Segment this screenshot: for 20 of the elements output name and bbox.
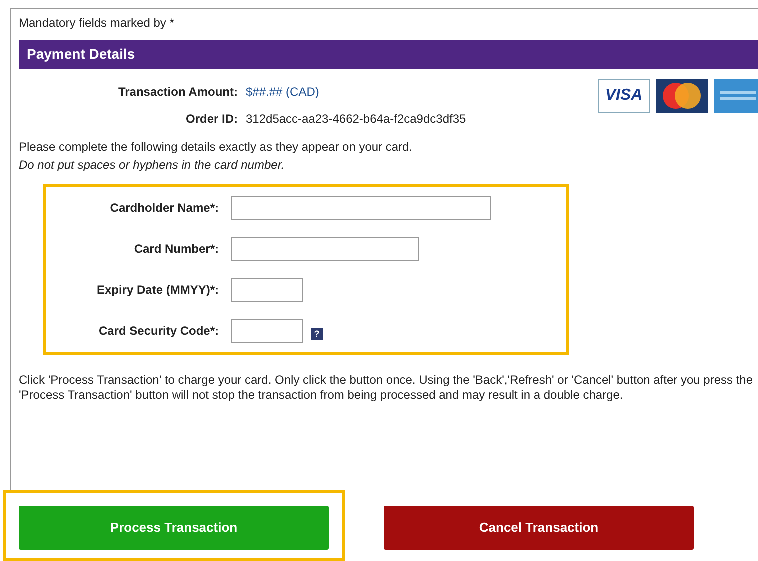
field-label: Card Number*: xyxy=(133,241,220,258)
input-field[interactable] xyxy=(231,237,419,261)
input-field[interactable] xyxy=(231,278,303,302)
warning-text: Click 'Process Transaction' to charge your card. Only click the button once. Using the 'Back','Refresh' or 'Cancel' button after you press the 'Process Transaction' button will not stop the transaction from being processed and may result in a double charge. xyxy=(19,373,754,403)
summary-value: 312d5acc-aa23-4662-b64a-f2ca9dc3df35 xyxy=(246,111,466,128)
summary-value: $##.## (CAD) xyxy=(246,84,320,101)
visa-logo: VISA xyxy=(598,79,650,113)
instructions-note: Do not put spaces or hyphens in the card number. xyxy=(19,157,286,174)
summary-label: Order ID: xyxy=(184,111,239,128)
field-label: Cardholder Name*: xyxy=(109,200,220,217)
field-label: Card Security Code*: xyxy=(98,323,220,340)
section-header: Payment Details xyxy=(19,40,758,69)
instructions-text: Please complete the following details exactly as they appear on your card. xyxy=(19,139,414,156)
summary-label: Transaction Amount: xyxy=(117,84,239,101)
input-field[interactable] xyxy=(231,319,303,343)
help-icon[interactable]: ? xyxy=(311,328,323,340)
input-field[interactable] xyxy=(231,196,491,220)
action-button[interactable]: Cancel Transaction xyxy=(384,506,694,550)
mandatory-note: Mandatory fields marked by * xyxy=(19,15,176,32)
field-label: Expiry Date (MMYY)*: xyxy=(96,282,220,299)
